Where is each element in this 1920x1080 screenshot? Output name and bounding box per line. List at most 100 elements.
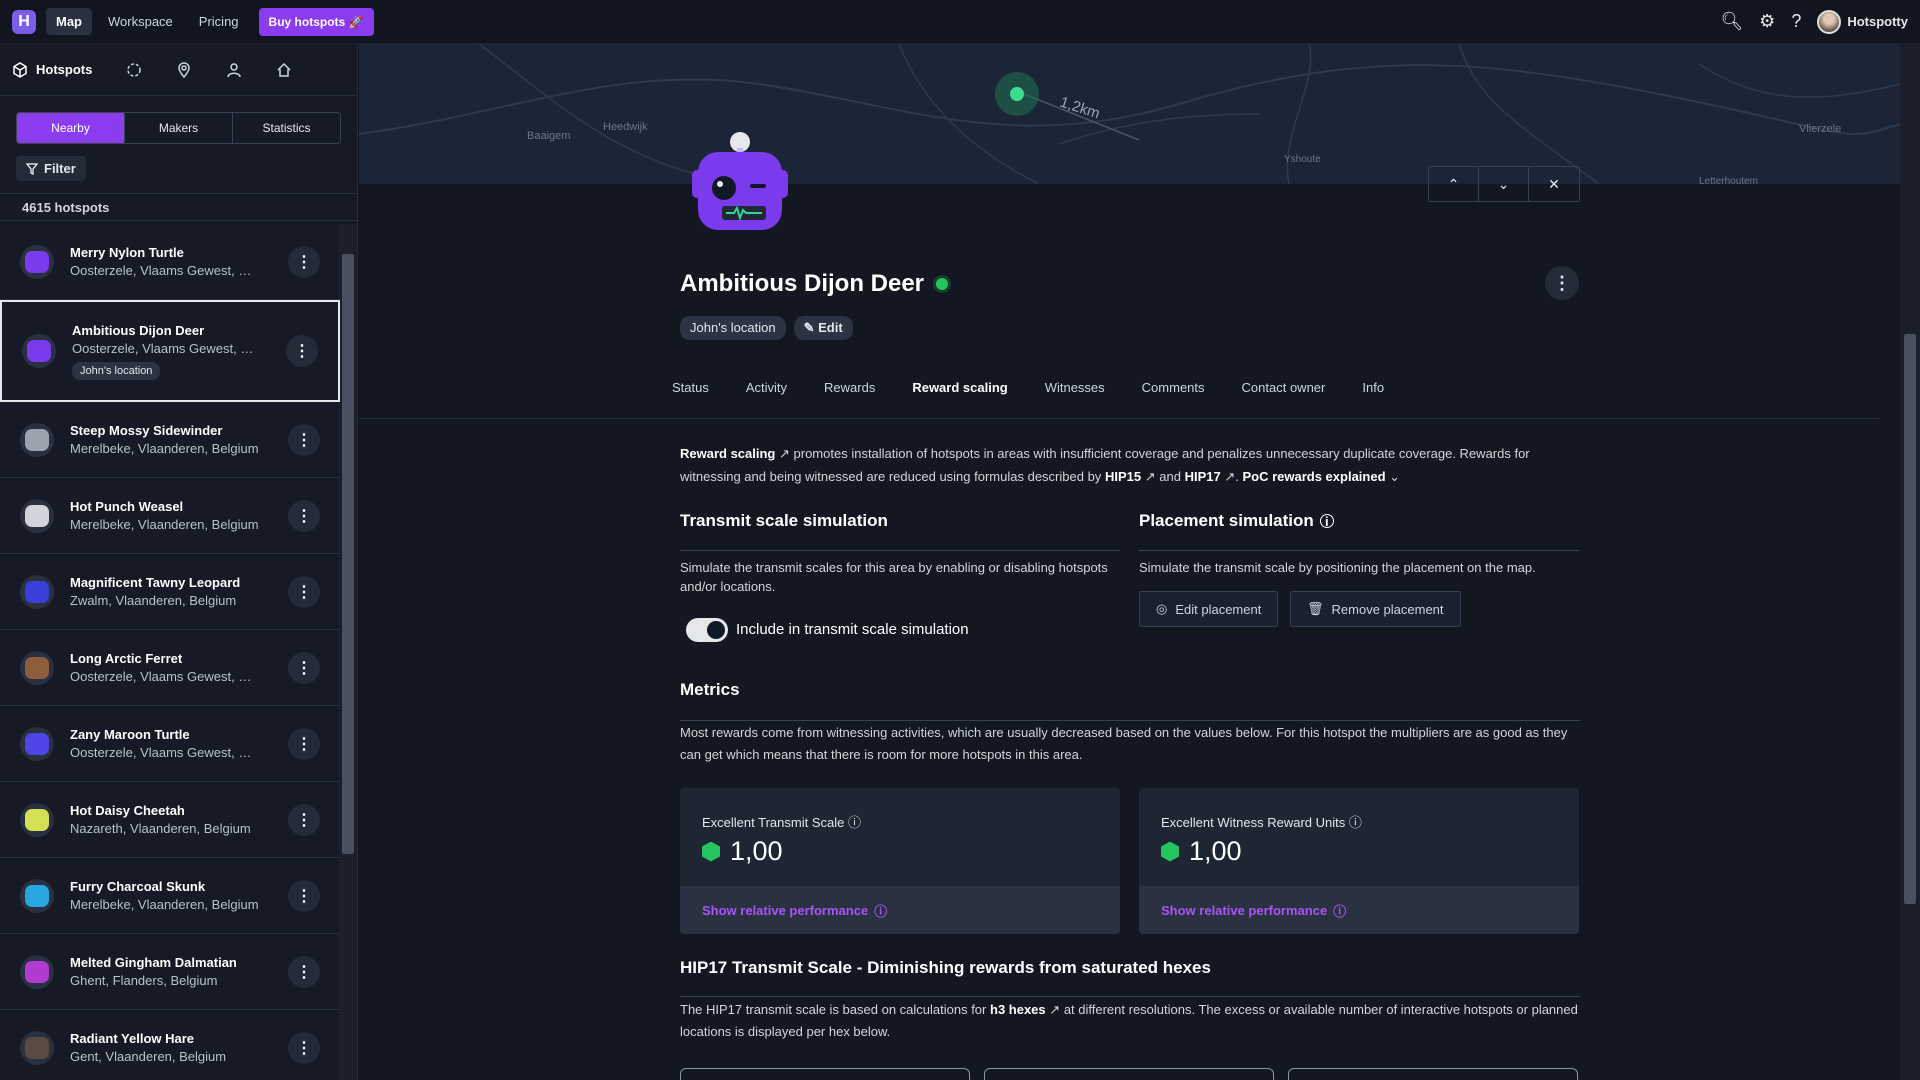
row-more-button[interactable]: ⋮ — [288, 1031, 320, 1064]
row-more-button[interactable]: ⋮ — [288, 423, 320, 456]
row-more-button[interactable]: ⋮ — [288, 803, 320, 836]
segment-nearby[interactable]: Nearby — [17, 113, 125, 143]
hotspot-title-row: Ambitious Dijon Deer — [680, 270, 949, 298]
tab-status[interactable]: Status — [672, 380, 709, 403]
segment-makers[interactable]: Makers — [125, 113, 233, 143]
location-chip[interactable]: John's location — [680, 316, 786, 340]
hotspot-location: Zwalm, Vlaanderen, Belgium — [70, 593, 237, 608]
row-more-button[interactable]: ⋮ — [286, 335, 318, 367]
tab-contact-owner[interactable]: Contact owner — [1242, 380, 1326, 403]
map-label-heedwijk: Heedwijk — [603, 121, 648, 133]
remove-placement-button[interactable]: 🗑︎ Remove placement — [1290, 591, 1461, 627]
tab-rewards[interactable]: Rewards — [824, 380, 875, 403]
hotspot-list: Merry Nylon Turtle Oosterzele, Vlaams Gew… — [0, 224, 340, 1080]
tab-info[interactable]: Info — [1362, 380, 1384, 403]
placement-sim-header: Placement simulation i — [1139, 511, 1334, 531]
nav-workspace[interactable]: Workspace — [98, 8, 183, 35]
edit-placement-button[interactable]: ◎ Edit placement — [1139, 591, 1279, 627]
tabs-divider — [359, 418, 1880, 419]
poc-rewards-toggle[interactable]: PoC rewards explained — [1242, 469, 1385, 484]
h3-hexes-link[interactable]: h3 hexes — [990, 1002, 1046, 1017]
tab-owners[interactable] — [226, 62, 242, 78]
transmit-sim-toggle[interactable] — [686, 618, 728, 642]
hotspot-avatar — [20, 422, 54, 457]
tab-home[interactable] — [276, 62, 292, 78]
filter-button[interactable]: Filter — [16, 156, 86, 181]
hotspot-list-item[interactable]: Hot Punch Weasel Merelbeke, Vlaanderen, B… — [0, 478, 340, 554]
info-icon[interactable]: ⓘ — [1349, 815, 1362, 830]
help-icon[interactable]: ? — [1791, 11, 1801, 32]
hotspot-list-text: Long Arctic Ferret Oosterzele, Vlaams Gew… — [70, 651, 288, 684]
row-more-button[interactable]: ⋮ — [288, 575, 320, 608]
chevron-down-icon[interactable]: ⌄ — [1389, 469, 1400, 484]
hotspot-location: Gent, Vlaanderen, Belgium — [70, 1049, 227, 1064]
hip17-desc-2: locations is displayed per hex below. — [680, 1024, 891, 1039]
top-navigation: H Map Workspace Pricing Buy hotspots 🚀 🔍… — [0, 0, 1920, 44]
hotspot-avatar — [20, 650, 54, 685]
gear-icon[interactable]: ⚙ — [1759, 11, 1775, 32]
home-icon — [277, 62, 291, 77]
robot-face-icon — [25, 250, 49, 273]
filter-label: Filter — [44, 161, 76, 176]
tab-activity[interactable]: Activity — [746, 380, 787, 403]
cube-icon — [13, 61, 27, 78]
row-more-button[interactable]: ⋮ — [288, 499, 320, 532]
hotspot-list-item[interactable]: Magnificent Tawny Leopard Zwalm, Vlaander… — [0, 554, 340, 630]
chevron-down-icon[interactable]: ⌄ — [1479, 167, 1529, 201]
hip17-desc: The HIP17 transmit scale is based on cal… — [680, 999, 1580, 1043]
search-icon[interactable]: 🔍︎ — [1720, 11, 1743, 32]
hip17-link[interactable]: HIP17 — [1185, 469, 1221, 484]
tab-hotspots[interactable]: Hotspots — [12, 61, 92, 78]
row-more-button[interactable]: ⋮ — [288, 879, 320, 912]
hotspot-list-item[interactable]: Merry Nylon Turtle Oosterzele, Vlaams Gew… — [0, 224, 340, 300]
row-more-button[interactable]: ⋮ — [288, 651, 320, 684]
tab-locations[interactable] — [176, 61, 192, 78]
segment-statistics[interactable]: Statistics — [233, 113, 340, 143]
sidebar-scrollbar[interactable] — [339, 224, 357, 1080]
close-icon[interactable]: ✕ — [1529, 167, 1579, 201]
info-icon[interactable]: i — [1319, 514, 1334, 529]
hotspot-avatar — [20, 574, 54, 609]
nav-pricing[interactable]: Pricing — [189, 8, 249, 35]
hotspot-list-item[interactable]: Zany Maroon Turtle Oosterzele, Vlaams Gew… — [0, 706, 340, 782]
row-more-button[interactable]: ⋮ — [288, 245, 320, 278]
info-icon[interactable]: ⓘ — [848, 815, 861, 830]
row-more-button[interactable]: ⋮ — [288, 955, 320, 988]
tab-witnesses[interactable]: Witnesses — [1045, 380, 1105, 403]
reward-scaling-link[interactable]: Reward scaling — [680, 446, 775, 461]
placement-sim-desc: Simulate the transmit scale by positioni… — [1139, 560, 1536, 575]
edit-chip[interactable]: ✎ Edit — [793, 316, 853, 340]
external-link-icon: ↗ — [1224, 469, 1236, 484]
tab-comments[interactable]: Comments — [1142, 380, 1205, 403]
hotspot-list-item[interactable]: Furry Charcoal Skunk Merelbeke, Vlaandere… — [0, 858, 340, 934]
map-view[interactable]: 1,2km Baaigem Heedwijk Yshoute Vlierzele… — [359, 44, 1900, 184]
hotspot-list-item[interactable]: Melted Gingham Dalmatian Ghent, Flanders,… — [0, 934, 340, 1010]
hotspot-name: Magnificent Tawny Leopard — [70, 575, 241, 590]
hotspot-list-item[interactable]: Radiant Yellow Hare Gent, Vlaanderen, Bel… — [0, 1010, 340, 1080]
more-options-button[interactable]: ⋮ — [1545, 266, 1579, 300]
reward-scaling-intro: Reward scaling ↗ promotes installation o… — [680, 446, 1530, 484]
tab-region[interactable] — [126, 62, 142, 78]
show-relative-performance-link[interactable]: Show relative performance ⓘ — [680, 886, 1120, 934]
hotspot-list-item[interactable]: Steep Mossy Sidewinder Merelbeke, Vlaande… — [0, 402, 340, 478]
chevron-up-icon[interactable]: ⌃ — [1429, 167, 1479, 201]
detail-tabs: Status Activity Rewards Reward scaling W… — [672, 380, 1384, 403]
user-menu[interactable]: Hotspotty — [1817, 9, 1908, 34]
hotspot-location: Merelbeke, Vlaanderen, Belgium — [70, 441, 259, 456]
hotspot-list-item[interactable]: Long Arctic Ferret Oosterzele, Vlaams Gew… — [0, 630, 340, 706]
hotspot-list-item[interactable]: Ambitious Dijon Deer Oosterzele, Vlaams G… — [0, 300, 340, 402]
nav-map[interactable]: Map — [46, 8, 92, 35]
app-logo[interactable]: H — [12, 9, 36, 34]
sidebar-scroll-thumb[interactable] — [342, 254, 354, 854]
page-scrollbar[interactable] — [1900, 44, 1920, 1080]
hotspot-list-item[interactable]: Hot Daisy Cheetah Nazareth, Vlaanderen, B… — [0, 782, 340, 858]
external-link-icon: ↗ — [779, 446, 790, 461]
row-more-button[interactable]: ⋮ — [288, 727, 320, 760]
metrics-desc: Most rewards come from witnessing activi… — [680, 722, 1580, 766]
hip15-link[interactable]: HIP15 — [1105, 469, 1141, 484]
buy-hotspots-button[interactable]: Buy hotspots 🚀 — [258, 7, 374, 36]
show-relative-performance-link[interactable]: Show relative performance ⓘ — [1139, 886, 1579, 934]
page-scroll-thumb[interactable] — [1904, 334, 1916, 904]
detail-controls: ⌃ ⌄ ✕ — [1428, 166, 1580, 202]
tab-reward-scaling[interactable]: Reward scaling — [912, 380, 1007, 403]
